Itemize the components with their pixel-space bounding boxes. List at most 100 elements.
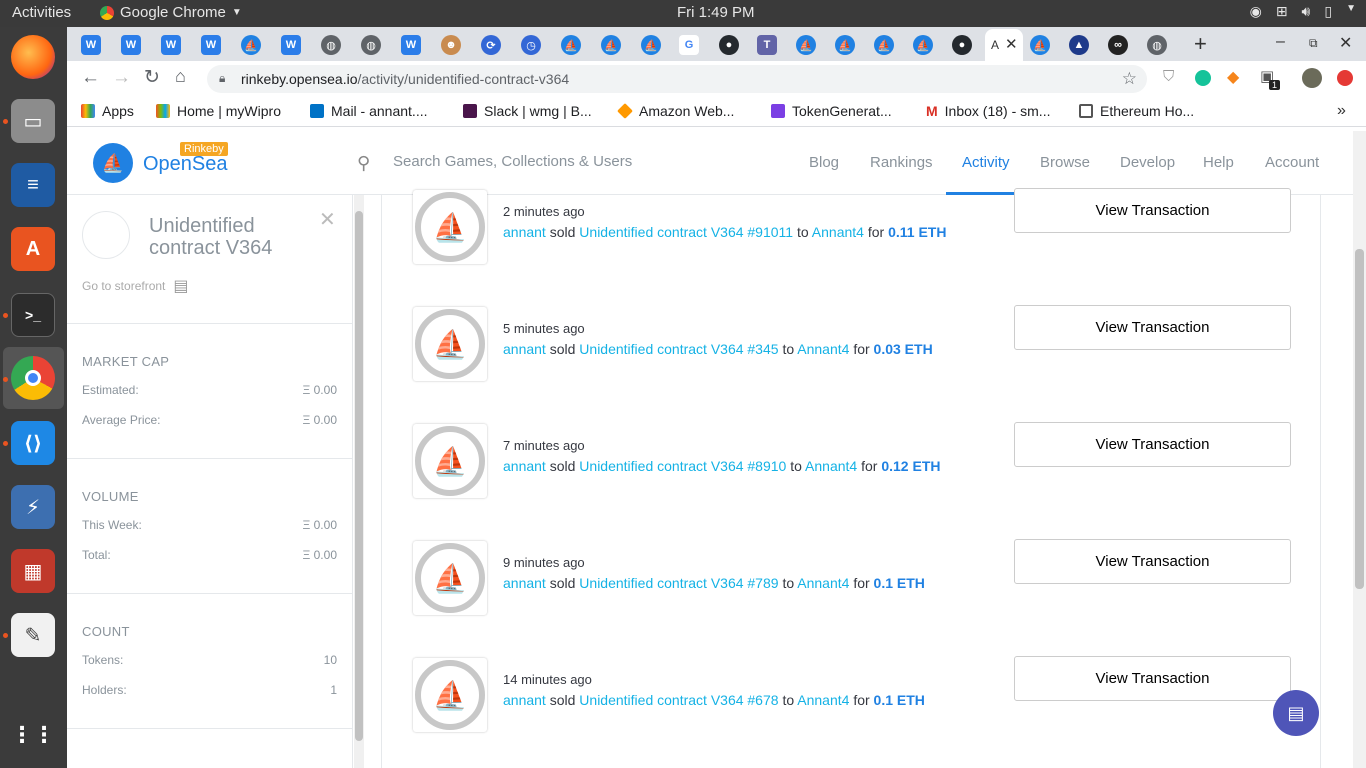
tab-google-icon[interactable]: G	[679, 35, 699, 55]
tab-webflow-icon[interactable]: W	[121, 35, 141, 55]
tab-chart-icon[interactable]: ▲	[1069, 35, 1089, 55]
home-icon[interactable]: ⌂	[175, 66, 186, 87]
bookmark-mail[interactable]: Mail - annant....	[310, 103, 428, 119]
nft-thumbnail[interactable]: ⛵	[413, 307, 487, 381]
activities-button[interactable]: Activities	[12, 4, 71, 21]
system-tray[interactable]: ◉ ⊞ 🔊︎ ▯ ▼	[1250, 3, 1356, 20]
tab-github-icon[interactable]: ●	[719, 35, 739, 55]
tab-webflow-icon[interactable]: W	[281, 35, 301, 55]
clock[interactable]: Fri 1:49 PM	[677, 4, 755, 21]
bookmark-slack[interactable]: Slack | wmg | B...	[463, 103, 592, 119]
grammarly-icon[interactable]	[1195, 70, 1211, 86]
software-store-icon[interactable]: A	[11, 227, 55, 271]
tab-webflow-icon[interactable]: W	[401, 35, 421, 55]
tab-opensea-icon[interactable]: ⛵	[601, 35, 621, 55]
seller-link[interactable]: annant	[503, 224, 546, 240]
tab-webflow-icon[interactable]: W	[81, 35, 101, 55]
bookmark-tokengenerator[interactable]: TokenGenerat...	[771, 103, 892, 119]
text-editor-icon[interactable]: ✎	[11, 613, 55, 657]
tab-opensea-icon[interactable]: ⛵	[1030, 35, 1050, 55]
tab-globe-icon[interactable]: ◍	[321, 35, 341, 55]
window-close-icon[interactable]: ✕	[1339, 33, 1352, 53]
page-scrollbar[interactable]	[1353, 131, 1366, 768]
profile-avatar[interactable]	[1302, 68, 1322, 88]
terminal-icon[interactable]: >_	[11, 293, 55, 337]
view-transaction-button[interactable]: View Transaction	[1014, 422, 1291, 467]
tab-github-icon[interactable]: ●	[952, 35, 972, 55]
close-icon[interactable]: ✕	[319, 207, 336, 232]
nft-thumbnail[interactable]: ⛵	[413, 658, 487, 732]
bookmark-gmail[interactable]: M Inbox (18) - sm...	[926, 103, 1050, 119]
bookmark-mywipro[interactable]: Home | myWipro	[156, 103, 281, 119]
tab-opensea-icon[interactable]: ⛵	[796, 35, 816, 55]
tab-close-icon[interactable]: ✕	[1005, 35, 1018, 53]
seller-link[interactable]: annant	[503, 458, 546, 474]
tab-opensea-icon[interactable]: ⛵	[241, 35, 261, 55]
buyer-link[interactable]: Annant4	[812, 224, 864, 240]
tab-globe-icon[interactable]: ◍	[1147, 35, 1167, 55]
opensea-logo-icon[interactable]: ⛵	[93, 143, 133, 183]
buyer-link[interactable]: Annant4	[797, 575, 849, 591]
view-transaction-button[interactable]: View Transaction	[1014, 656, 1291, 701]
tab-teams-icon[interactable]: T	[757, 35, 777, 55]
tab-globe-icon[interactable]: ◍	[361, 35, 381, 55]
seller-link[interactable]: annant	[503, 575, 546, 591]
seller-link[interactable]: annant	[503, 341, 546, 357]
restore-icon[interactable]: ⧉	[1309, 36, 1318, 51]
nft-thumbnail[interactable]: ⛵	[413, 424, 487, 498]
buyer-link[interactable]: Annant4	[805, 458, 857, 474]
tab-history-icon[interactable]: ◷	[521, 35, 541, 55]
tab-opensea-icon[interactable]: ⛵	[913, 35, 933, 55]
chat-bubble-icon[interactable]: ▤	[1273, 690, 1319, 736]
nft-thumbnail[interactable]: ⛵	[413, 190, 487, 264]
buyer-link[interactable]: Annant4	[797, 341, 849, 357]
scrollbar-thumb[interactable]	[355, 211, 363, 741]
buyer-link[interactable]: Annant4	[797, 692, 849, 708]
active-tab[interactable]: A ✕	[985, 29, 1023, 61]
tab-sync-icon[interactable]: ⟳	[481, 35, 501, 55]
tab-opensea-icon[interactable]: ⛵	[561, 35, 581, 55]
sidebar-scrollbar[interactable]	[354, 195, 364, 768]
brave-shield-icon[interactable]: ⛉	[1163, 68, 1174, 85]
view-transaction-button[interactable]: View Transaction	[1014, 188, 1291, 233]
tab-web3-icon[interactable]: ∞	[1108, 35, 1128, 55]
files-icon[interactable]: ▭	[11, 99, 55, 143]
bookmark-star-icon[interactable]: ☆	[1122, 69, 1137, 89]
forward-icon[interactable]: →	[112, 67, 131, 89]
bookmarks-overflow-icon[interactable]: »	[1337, 102, 1346, 120]
tab-webflow-alert-icon[interactable]: W	[161, 35, 181, 55]
item-link[interactable]: Unidentified contract V364 #678	[579, 692, 778, 708]
update-icon[interactable]	[1337, 70, 1353, 86]
scrollbar-thumb[interactable]	[1355, 249, 1364, 589]
seller-link[interactable]: annant	[503, 692, 546, 708]
chrome-dock-icon[interactable]	[11, 356, 55, 400]
tab-webflow-icon[interactable]: W	[201, 35, 221, 55]
firefox-icon[interactable]	[11, 35, 55, 79]
view-transaction-button[interactable]: View Transaction	[1014, 305, 1291, 350]
storefront-link[interactable]: Go to storefront ▤	[82, 276, 189, 296]
tab-opensea-icon[interactable]: ⛵	[641, 35, 661, 55]
brand-name[interactable]: OpenSea	[143, 153, 228, 176]
minimize-icon[interactable]: –	[1276, 33, 1285, 51]
view-transaction-button[interactable]: View Transaction	[1014, 539, 1291, 584]
item-link[interactable]: Unidentified contract V364 #91011	[579, 224, 793, 240]
item-link[interactable]: Unidentified contract V364 #789	[579, 575, 778, 591]
show-apps-icon[interactable]: ⋮⋮	[11, 713, 55, 757]
tab-opensea-icon[interactable]: ⛵	[835, 35, 855, 55]
bookmark-apps[interactable]: Apps	[81, 103, 134, 119]
tab-opensea-icon[interactable]: ⛵	[874, 35, 894, 55]
bookmark-ethereum[interactable]: Ethereum Ho...	[1079, 103, 1194, 119]
app-menu[interactable]: Google Chrome ▼	[100, 4, 242, 21]
back-icon[interactable]: ←	[81, 67, 100, 89]
tab-monkey-icon[interactable]: ☻	[441, 35, 461, 55]
remote-desktop-icon[interactable]: ⚡	[11, 485, 55, 529]
new-tab-icon[interactable]: +	[1194, 31, 1207, 57]
metamask-icon[interactable]: ◆	[1227, 67, 1239, 87]
writer-icon[interactable]: ≡	[11, 163, 55, 207]
vscode-icon[interactable]: ⟨⟩	[11, 421, 55, 465]
item-link[interactable]: Unidentified contract V364 #345	[579, 341, 778, 357]
presentation-icon[interactable]: ▦	[11, 549, 55, 593]
bookmark-aws[interactable]: Amazon Web...	[617, 103, 734, 119]
nft-thumbnail[interactable]: ⛵	[413, 541, 487, 615]
item-link[interactable]: Unidentified contract V364 #8910	[579, 458, 786, 474]
